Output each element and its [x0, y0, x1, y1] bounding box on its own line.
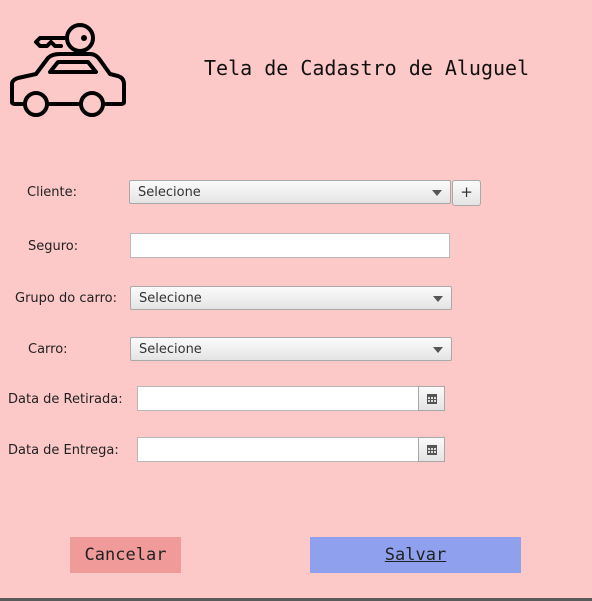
cliente-label: Cliente: — [27, 185, 78, 200]
data-entrega-picker-button[interactable] — [418, 437, 445, 462]
page-title: Tela de Cadastro de Aluguel — [204, 56, 530, 80]
carro-select[interactable]: Selecione — [130, 337, 452, 361]
cancel-button[interactable]: Cancelar — [70, 537, 181, 573]
seguro-label: Seguro: — [28, 239, 79, 254]
grupo-carro-select[interactable]: Selecione — [130, 286, 452, 310]
cliente-select-value: Selecione — [138, 185, 201, 200]
data-retirada-label: Data de Retirada: — [8, 392, 123, 407]
data-entrega-input[interactable] — [137, 437, 419, 462]
cliente-select[interactable]: Selecione — [129, 180, 451, 204]
data-retirada-picker-button[interactable] — [418, 386, 445, 411]
calendar-icon — [427, 445, 437, 455]
data-retirada-input[interactable] — [137, 386, 419, 411]
calendar-icon — [427, 394, 437, 404]
save-button[interactable]: Salvar — [310, 537, 521, 573]
grupo-carro-label: Grupo do carro: — [15, 291, 117, 306]
chevron-down-icon — [433, 296, 443, 302]
chevron-down-icon — [433, 347, 443, 353]
chevron-down-icon — [432, 190, 442, 196]
grupo-carro-select-value: Selecione — [139, 291, 202, 306]
carro-label: Carro: — [28, 342, 68, 357]
seguro-input[interactable] — [130, 233, 450, 258]
car-key-icon — [6, 18, 128, 120]
carro-select-value: Selecione — [139, 342, 202, 357]
add-cliente-button[interactable]: + — [452, 180, 481, 206]
data-entrega-label: Data de Entrega: — [8, 443, 119, 458]
